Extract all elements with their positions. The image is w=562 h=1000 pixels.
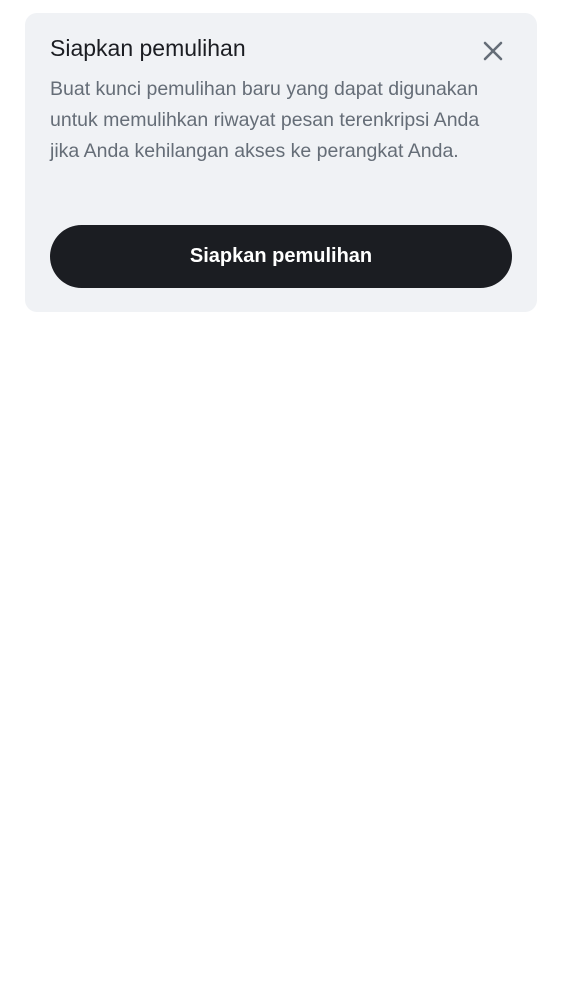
close-icon xyxy=(483,41,503,61)
close-button[interactable] xyxy=(477,35,509,67)
card-title: Siapkan pemulihan xyxy=(50,35,246,61)
setup-recovery-button[interactable]: Siapkan pemulihan xyxy=(50,225,512,288)
card-description: Buat kunci pemulihan baru yang dapat dig… xyxy=(50,78,480,162)
recovery-setup-card: Siapkan pemulihan Buat kunci pemulihan b… xyxy=(25,13,537,312)
setup-recovery-button-label: Siapkan pemulihan xyxy=(189,245,373,267)
